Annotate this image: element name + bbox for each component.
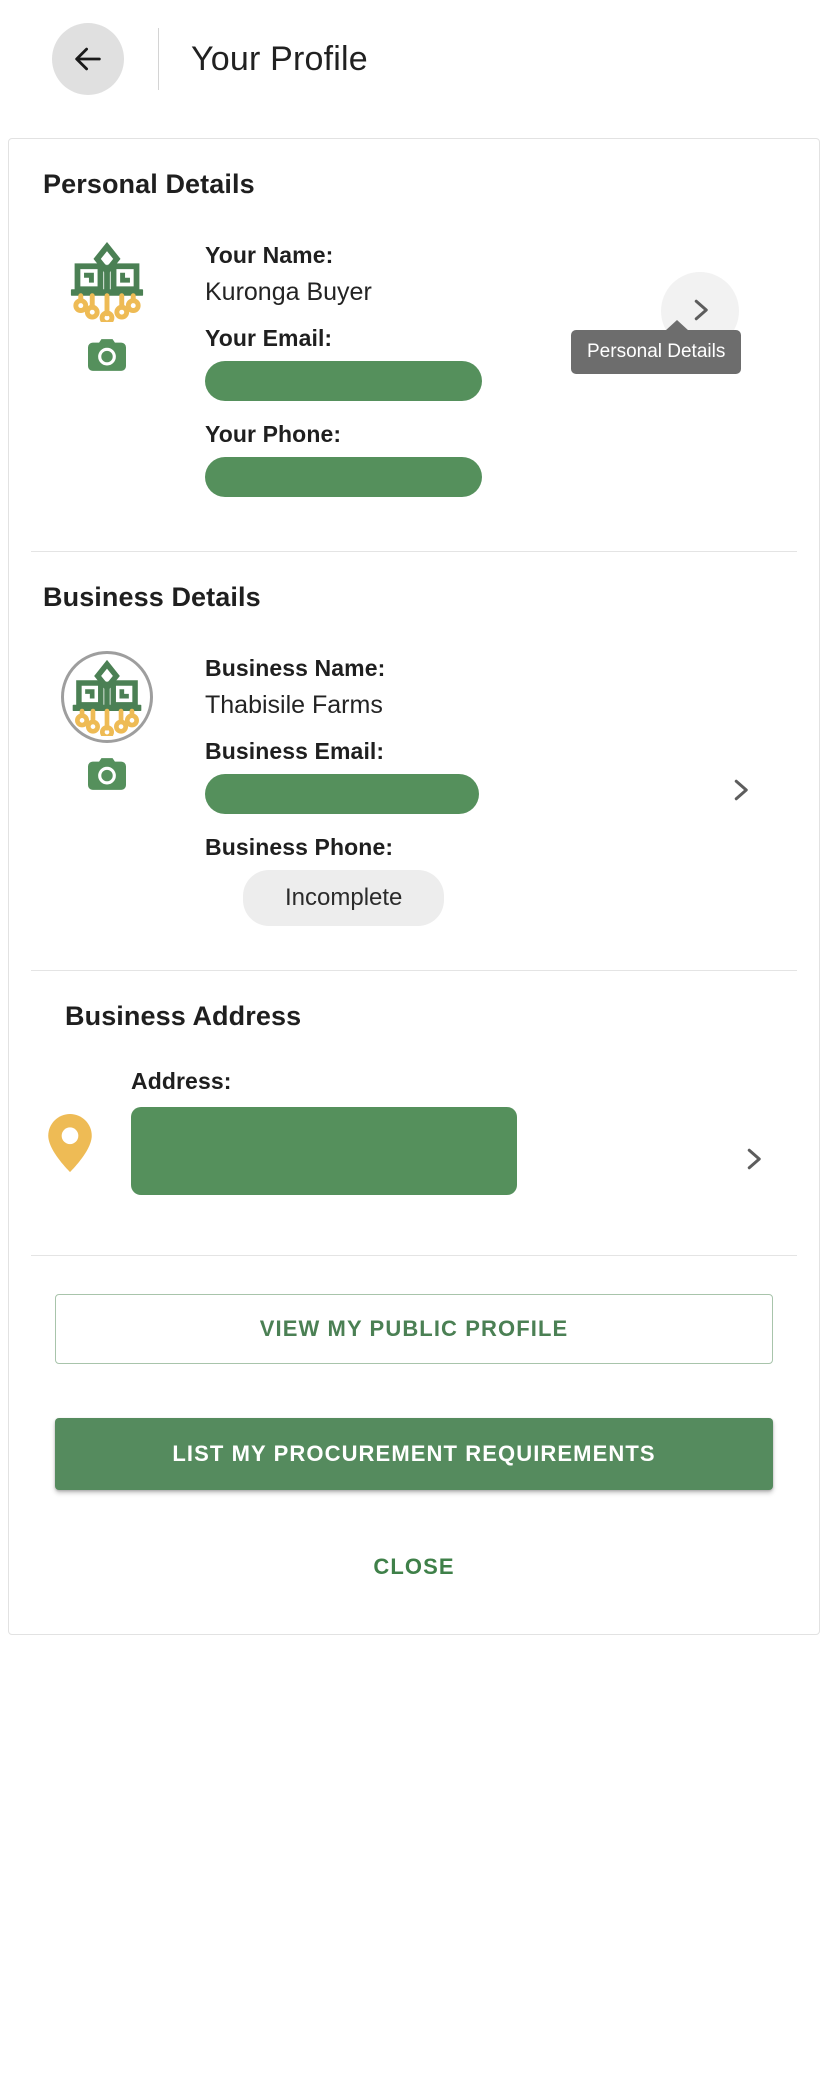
camera-icon-personal[interactable] xyxy=(87,338,127,372)
label-business-phone: Business Phone: xyxy=(205,834,394,860)
section-title-business: Business Details xyxy=(43,582,261,612)
label-your-phone: Your Phone: xyxy=(205,421,342,447)
card-footer-actions: VIEW MY PUBLIC PROFILE LIST MY PROCUREME… xyxy=(9,1256,819,1634)
business-details-row: Business Name: Thabisile Farms Business … xyxy=(9,651,819,970)
section-title-personal: Personal Details xyxy=(43,169,255,199)
business-address-row: Address: xyxy=(9,1068,819,1255)
address-nav-column xyxy=(687,1068,819,1190)
personal-media-column xyxy=(9,238,205,372)
section-title-address: Business Address xyxy=(65,1001,302,1031)
profile-card: Personal Details Your Name: Kuronga Buye… xyxy=(8,138,820,1635)
address-media-column xyxy=(9,1068,131,1177)
label-your-name: Your Name: xyxy=(205,242,334,268)
value-address-redacted xyxy=(131,1107,517,1195)
plant-roots-logo-circled-icon xyxy=(61,651,153,743)
personal-details-row: Your Name: Kuronga Buyer Your Email: You… xyxy=(9,238,819,551)
business-media-column xyxy=(9,651,205,791)
chevron-right-icon xyxy=(725,775,755,808)
camera-icon-business[interactable] xyxy=(87,757,127,791)
chevron-right-icon xyxy=(685,295,715,328)
value-business-name: Thabisile Farms xyxy=(205,691,383,719)
value-business-email-redacted xyxy=(205,774,479,814)
app-header: Your Profile xyxy=(0,0,828,118)
value-your-phone-redacted xyxy=(205,457,482,497)
value-your-name: Kuronga Buyer xyxy=(205,278,372,306)
map-pin-icon xyxy=(48,1114,92,1177)
page-title: Your Profile xyxy=(191,39,368,78)
personal-nav-column: Personal Details xyxy=(571,238,819,374)
profile-screen: Your Profile Personal Details Your Name:… xyxy=(0,0,828,2074)
plant-roots-logo-icon xyxy=(64,238,150,324)
list-procurement-requirements-button[interactable]: LIST MY PROCUREMENT REQUIREMENTS xyxy=(55,1418,773,1490)
close-button[interactable]: CLOSE xyxy=(55,1534,773,1600)
business-fields-column: Business Name: Thabisile Farms Business … xyxy=(205,651,661,926)
label-business-email: Business Email: xyxy=(205,738,385,764)
header-divider xyxy=(158,28,159,90)
section-business-address: Business Address Address: xyxy=(9,971,819,1255)
section-business-details: Business Details Business Name: Thabisil… xyxy=(9,552,819,970)
business-details-chevron-button[interactable] xyxy=(710,761,770,821)
chevron-right-icon xyxy=(738,1144,768,1177)
view-public-profile-button[interactable]: VIEW MY PUBLIC PROFILE xyxy=(55,1294,773,1364)
business-address-chevron-button[interactable] xyxy=(723,1130,783,1190)
tooltip-personal-details: Personal Details xyxy=(571,320,742,374)
arrow-left-icon xyxy=(71,42,105,76)
business-nav-column xyxy=(661,651,819,821)
label-address: Address: xyxy=(131,1068,232,1094)
back-button[interactable] xyxy=(52,23,124,95)
address-fields-column: Address: xyxy=(131,1068,687,1195)
status-badge-business-phone: Incomplete xyxy=(243,870,445,926)
personal-fields-column: Your Name: Kuronga Buyer Your Email: You… xyxy=(205,238,661,517)
label-business-name: Business Name: xyxy=(205,655,386,681)
section-personal-details: Personal Details Your Name: Kuronga Buye… xyxy=(9,139,819,551)
value-your-email-redacted xyxy=(205,361,482,401)
